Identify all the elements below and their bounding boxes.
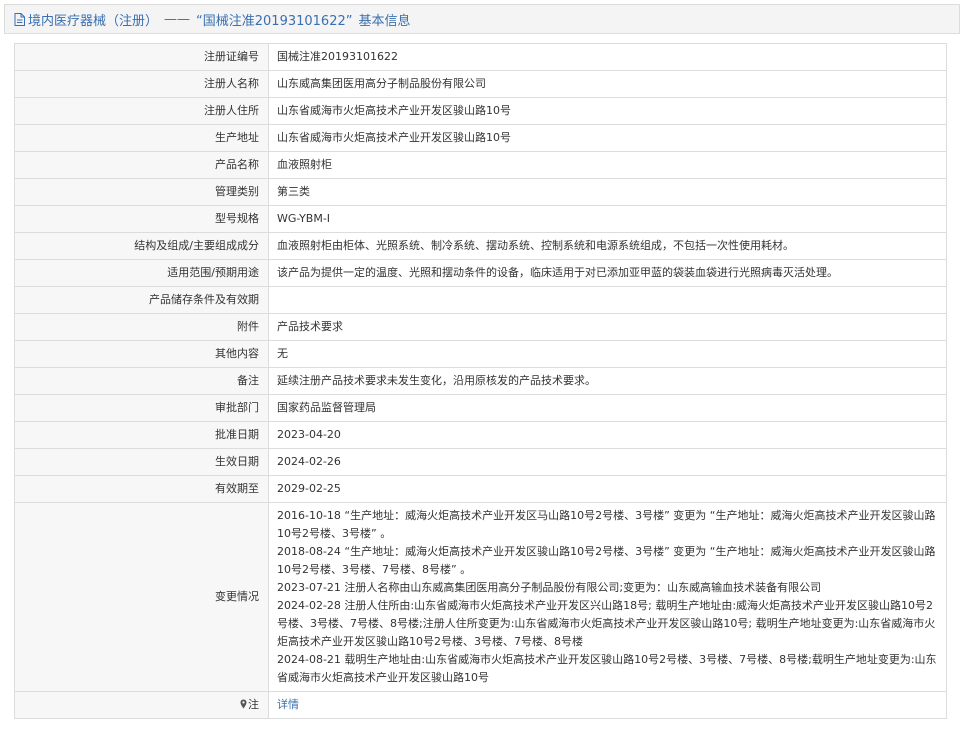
table-row: 其他内容无 [14, 340, 947, 368]
row-value: 该产品为提供一定的温度、光照和摆动条件的设备，临床适用于对已添加亚甲蓝的袋装血袋… [268, 259, 947, 287]
table-row: 备注 延续注册产品技术要求未发生变化，沿用原核发的产品技术要求。 [14, 367, 947, 395]
table-row: 型号规格 WG-YBM-Ⅰ [14, 205, 947, 233]
row-value: 2023-04-20 [268, 421, 947, 449]
row-value: 无 [268, 340, 947, 368]
row-value: 第三类 [268, 178, 947, 206]
table-row: 批准日期 2023-04-20 [14, 421, 947, 449]
map-pin-icon [240, 697, 247, 715]
table-row: 管理类别 第三类 [14, 178, 947, 206]
row-value [268, 286, 947, 314]
row-label: 注册人住所 [14, 97, 269, 125]
row-label: 注册证编号 [14, 43, 269, 71]
row-label: 生效日期 [14, 448, 269, 476]
change-entry: 2024-08-21 载明生产地址由:山东省威海市火炬高技术产业开发区骏山路10… [277, 653, 937, 684]
row-label: 适用范围/预期用途 [14, 259, 269, 287]
note-row: 注 详情 [14, 691, 947, 719]
row-label: 型号规格 [14, 205, 269, 233]
row-label: 产品名称 [14, 151, 269, 179]
table-row: 注册人住所 山东省威海市火炬高技术产业开发区骏山路10号 [14, 97, 947, 125]
row-value: 山东省威海市火炬高技术产业开发区骏山路10号 [268, 124, 947, 152]
header-suffix: 基本信息 [358, 13, 411, 29]
row-label: 附件 [14, 313, 269, 341]
row-value: 延续注册产品技术要求未发生变化，沿用原核发的产品技术要求。 [268, 367, 947, 395]
info-table: 注册证编号 国械注准20193101622 注册人名称 山东威高集团医用高分子制品股… [14, 43, 947, 719]
row-label: 产品储存条件及有效期 [14, 286, 269, 314]
table-row: 适用范围/预期用途 该产品为提供一定的温度、光照和摆动条件的设备，临床适用于对已添… [14, 259, 947, 287]
row-value: 山东省威海市火炬高技术产业开发区骏山路10号 [268, 97, 947, 125]
details-link[interactable]: 详情 [277, 698, 299, 711]
table-row: 注册证编号 国械注准20193101622 [14, 43, 947, 71]
table-row: 产品名称 血液照射柜 [14, 151, 947, 179]
table-row: 有效期至 2029-02-25 [14, 475, 947, 503]
row-value: 产品技术要求 [268, 313, 947, 341]
row-label: 备注 [14, 367, 269, 395]
table-row: 生效日期 2024-02-26 [14, 448, 947, 476]
document-icon [14, 12, 25, 26]
changes-value: 2016-10-18 “生产地址：威海火炬高技术产业开发区马山路10号2号楼、3… [268, 502, 947, 692]
row-value: 国家药品监督管理局 [268, 394, 947, 422]
row-label: 审批部门 [14, 394, 269, 422]
row-label: 批准日期 [14, 421, 269, 449]
header-record-title: “国械注准20193101622” [196, 13, 353, 29]
table-row: 结构及组成/主要组成成分 血液照射柜由柜体、光照系统、制冷系统、摆动系统、控制系统… [14, 232, 947, 260]
row-value: 2024-02-26 [268, 448, 947, 476]
note-value: 详情 [268, 691, 947, 719]
row-value: 2029-02-25 [268, 475, 947, 503]
note-label-cell: 注 [14, 691, 269, 719]
change-entry: 2023-07-21 注册人名称由山东威高集团医用高分子制品股份有限公司;变更为… [277, 581, 822, 594]
row-label: 其他内容 [14, 340, 269, 368]
table-row: 生产地址 山东省威海市火炬高技术产业开发区骏山路10号 [14, 124, 947, 152]
row-label: 结构及组成/主要组成成分 [14, 232, 269, 260]
row-value: 国械注准20193101622 [268, 43, 947, 71]
row-value: WG-YBM-Ⅰ [268, 205, 947, 233]
change-entry: 2018-08-24 “生产地址：威海火炬高技术产业开发区骏山路10号2号楼、3… [277, 545, 936, 576]
row-label: 管理类别 [14, 178, 269, 206]
row-value: 山东威高集团医用高分子制品股份有限公司 [268, 70, 947, 98]
change-entry: 2024-02-28 注册人住所由:山东省威海市火炬高技术产业开发区兴山路18号… [277, 599, 936, 648]
changes-row: 变更情况 2016-10-18 “生产地址：威海火炬高技术产业开发区马山路10号… [14, 502, 947, 692]
row-label: 注册人名称 [14, 70, 269, 98]
table-row: 审批部门 国家药品监督管理局 [14, 394, 947, 422]
row-label: 有效期至 [14, 475, 269, 503]
row-label: 生产地址 [14, 124, 269, 152]
table-row: 注册人名称 山东威高集团医用高分子制品股份有限公司 [14, 70, 947, 98]
note-label: 注 [248, 697, 259, 711]
table-row: 产品储存条件及有效期 [14, 286, 947, 314]
row-value: 血液照射柜由柜体、光照系统、制冷系统、摆动系统、控制系统和电源系统组成，不包括一… [268, 232, 947, 260]
header-separator: —— [164, 11, 191, 27]
change-entry: 2016-10-18 “生产地址：威海火炬高技术产业开发区马山路10号2号楼、3… [277, 509, 936, 540]
changes-label: 变更情况 [14, 502, 269, 692]
table-row: 附件 产品技术要求 [14, 313, 947, 341]
row-value: 血液照射柜 [268, 151, 947, 179]
page-header: 境内医疗器械（注册） —— “国械注准20193101622” 基本信息 [4, 4, 960, 34]
header-category: 境内医疗器械（注册） [28, 13, 159, 29]
